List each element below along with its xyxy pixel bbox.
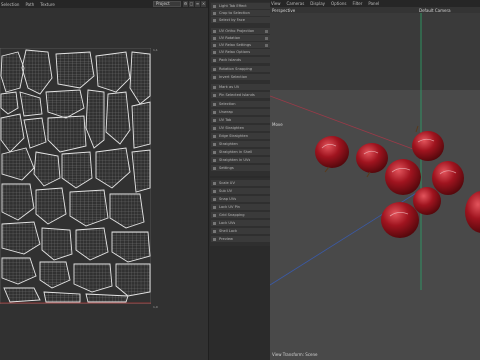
view-transform-label: View Transform: Scene: [272, 352, 318, 357]
menu-texture[interactable]: Texture: [40, 2, 55, 7]
apples-group: [315, 125, 480, 238]
list-item[interactable]: Select by Face: [211, 17, 270, 23]
apple: [385, 159, 421, 195]
checkbox[interactable]: [265, 43, 268, 47]
item-icon: [213, 142, 216, 146]
item-icon: [213, 93, 216, 97]
list-item[interactable]: UV Tab: [211, 117, 270, 123]
item-icon: [213, 29, 216, 33]
menu-panel[interactable]: Panel: [368, 1, 379, 6]
list-item[interactable]: UV Relax Settings: [211, 42, 270, 48]
apple: [413, 187, 441, 215]
list-item[interactable]: Straighten in Shell: [211, 149, 270, 155]
item-icon: [213, 18, 216, 22]
item-icon: [213, 134, 216, 138]
item-icon: [213, 58, 216, 62]
checkbox[interactable]: [265, 29, 268, 33]
item-icon: [213, 197, 216, 201]
tool-settings-panel: Light Tab Effect Crop to Selection Selec…: [208, 0, 271, 360]
uv-islands-graphic: [0, 47, 152, 305]
item-icon: [213, 189, 216, 193]
list-item[interactable]: Light Tab Effect: [211, 3, 270, 9]
list-item[interactable]: Sub UV: [211, 188, 270, 194]
item-icon: [213, 221, 216, 225]
menu-view[interactable]: View: [271, 1, 281, 6]
item-icon: [213, 36, 216, 40]
settings-icon[interactable]: ⚙: [183, 1, 188, 7]
item-icon: [213, 50, 216, 54]
item-icon: [213, 75, 216, 79]
list-item[interactable]: UV Relax Options: [211, 49, 270, 55]
item-icon: [213, 4, 216, 8]
item-icon: [213, 229, 216, 233]
checkbox[interactable]: [265, 36, 268, 40]
item-icon: [213, 118, 216, 122]
list-item[interactable]: UV Ortho Projection: [211, 28, 270, 34]
list-item[interactable]: Shell Lock: [211, 228, 270, 234]
item-icon: [213, 11, 216, 15]
list-item[interactable]: Edge Straighten: [211, 133, 270, 139]
menu-cameras[interactable]: Cameras: [287, 1, 305, 6]
menu-path[interactable]: Path: [25, 2, 34, 7]
item-icon: [213, 102, 216, 106]
item-icon: [213, 67, 216, 71]
3d-viewport[interactable]: View Cameras Display Options Filter Pane…: [270, 0, 480, 360]
apple: [381, 202, 419, 238]
list-item[interactable]: Pin Selected Islands: [211, 92, 270, 98]
item-icon: [213, 110, 216, 114]
list-item[interactable]: Settings: [211, 165, 270, 171]
camera-name-label[interactable]: Default Camera: [419, 8, 451, 13]
list-item[interactable]: UV Straighten: [211, 125, 270, 131]
uv-corner-top-label: 1,1: [153, 48, 158, 52]
list-item[interactable]: Straighten in UVs: [211, 157, 270, 163]
uv-layout-canvas[interactable]: [0, 47, 152, 305]
list-item[interactable]: Snap UVs: [211, 196, 270, 202]
item-icon: [213, 150, 216, 154]
menu-icon[interactable]: ≡: [195, 1, 200, 7]
apple: [356, 143, 388, 173]
list-item[interactable]: Selection: [211, 101, 270, 107]
list-item[interactable]: Grid Snapping: [211, 212, 270, 218]
view-name-label: Perspective: [272, 8, 296, 13]
apple: [432, 161, 464, 195]
list-item[interactable]: Mark as UV: [211, 84, 270, 90]
item-icon: [213, 126, 216, 130]
list-item[interactable]: Scale UV: [211, 180, 270, 186]
close-icon[interactable]: ×: [201, 1, 206, 7]
list-item[interactable]: Straighten: [211, 141, 270, 147]
list-item[interactable]: Unwrap: [211, 109, 270, 115]
list-item[interactable]: Invert Selection: [211, 74, 270, 80]
uv-corner-bottom-label: 1,0: [153, 305, 158, 309]
move-tool-label[interactable]: Move: [272, 122, 283, 127]
viewport-menu-bar: View Cameras Display Options Filter Pane…: [270, 0, 480, 7]
apple: [315, 136, 349, 168]
item-icon: [213, 166, 216, 170]
list-item[interactable]: Lock UVs: [211, 220, 270, 226]
item-icon: [213, 181, 216, 185]
list-item[interactable]: Preview: [211, 236, 270, 242]
list-item[interactable]: Crop to Selection: [211, 10, 270, 16]
item-icon: [213, 158, 216, 162]
menu-options[interactable]: Options: [331, 1, 346, 6]
item-icon: [213, 213, 216, 217]
list-item[interactable]: Rotation Snapping: [211, 66, 270, 72]
list-item[interactable]: Lock UV Pin: [211, 204, 270, 210]
menu-filter[interactable]: Filter: [352, 1, 362, 6]
list-item[interactable]: Pack Islands: [211, 57, 270, 63]
window-icon[interactable]: ▢: [189, 1, 194, 7]
apple: [412, 131, 444, 161]
viewport-scene: [270, 12, 480, 290]
apple: [465, 191, 480, 233]
uv-mode-dropdown[interactable]: Project: [153, 1, 181, 7]
uv-editor-panel[interactable]: Selection Path Texture Project ⚙ ▢ ≡ × 1…: [0, 0, 208, 360]
item-icon: [213, 205, 216, 209]
item-icon: [213, 43, 216, 47]
menu-display[interactable]: Display: [310, 1, 325, 6]
menu-selection[interactable]: Selection: [1, 2, 19, 7]
list-item[interactable]: UV Rotation: [211, 35, 270, 41]
item-icon: [213, 85, 216, 89]
item-icon: [213, 237, 216, 241]
